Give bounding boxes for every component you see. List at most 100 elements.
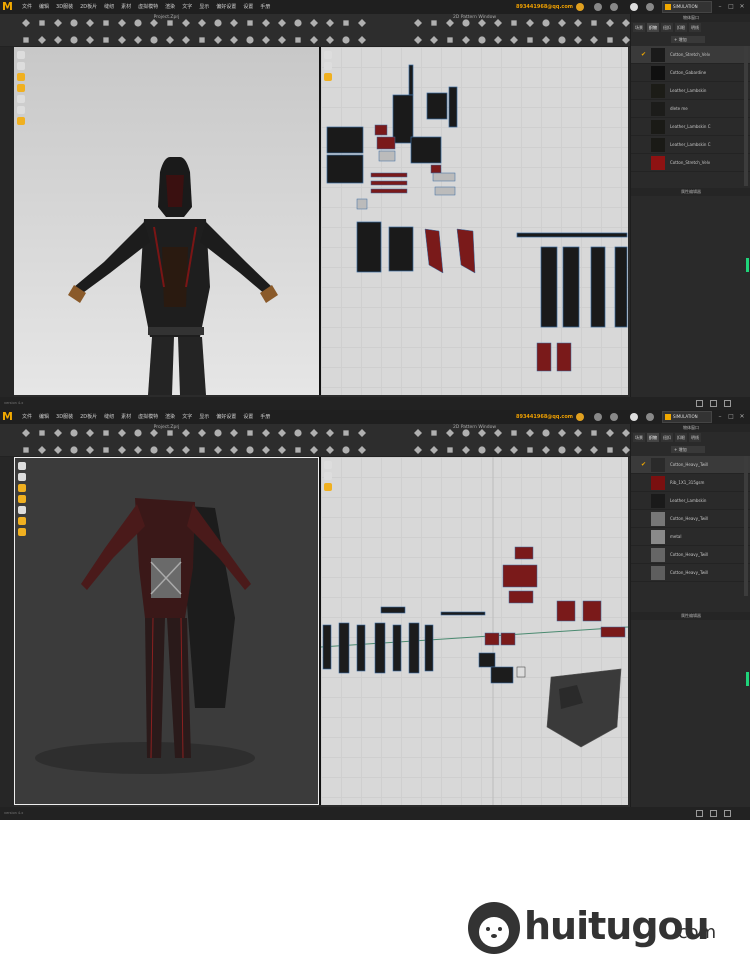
tool-icon[interactable]: [23, 37, 29, 43]
pattern-window-2d[interactable]: [321, 47, 628, 395]
tool-icon[interactable]: [326, 446, 334, 454]
tool-icon[interactable]: [103, 447, 109, 453]
menu-text[interactable]: 文字: [182, 0, 192, 14]
menu-display[interactable]: 显示: [199, 410, 209, 424]
simulation-button[interactable]: SIMULATION: [662, 1, 712, 13]
user-icon[interactable]: [610, 3, 618, 11]
close-icon[interactable]: ✕: [738, 2, 746, 11]
tab-topstitch[interactable]: 明线: [689, 433, 701, 442]
tool-icon[interactable]: [246, 446, 254, 454]
fabric-item[interactable]: Leather_Lambskin: [631, 492, 750, 510]
tool-icon[interactable]: [527, 37, 533, 43]
tool-icon[interactable]: [511, 430, 517, 436]
tool-icon[interactable]: [431, 20, 437, 26]
tool-icon[interactable]: [607, 37, 613, 43]
tool-icon[interactable]: [247, 430, 253, 436]
tab-fabric[interactable]: 织物: [647, 23, 659, 32]
tool-icon[interactable]: [478, 446, 486, 454]
fabric-list-scrollbar[interactable]: [744, 456, 748, 596]
fabric-item[interactable]: Leather_Lambskin C: [631, 118, 750, 136]
tool-icon[interactable]: [511, 20, 517, 26]
pin-icon[interactable]: [18, 506, 26, 514]
tool-icon[interactable]: [447, 37, 453, 43]
tool-icon[interactable]: [70, 446, 78, 454]
tool-icon[interactable]: [591, 430, 597, 436]
menu-sewing[interactable]: 缝纫: [104, 0, 114, 14]
close-icon[interactable]: ✕: [738, 412, 746, 421]
tool-icon[interactable]: [167, 20, 173, 26]
tool-icon[interactable]: [542, 36, 550, 44]
tool-icon[interactable]: [447, 447, 453, 453]
tool-icon[interactable]: [167, 430, 173, 436]
tool-icon[interactable]: [342, 36, 350, 44]
tab-scene[interactable]: 场景: [633, 23, 645, 32]
viewport-3d[interactable]: [14, 47, 319, 395]
tool-icon[interactable]: [358, 36, 366, 44]
tool-icon[interactable]: [103, 430, 109, 436]
pattern-window-2d[interactable]: [321, 457, 628, 805]
menu-render[interactable]: 渲染: [165, 410, 175, 424]
menu-file[interactable]: 文件: [22, 410, 32, 424]
tab-buttonhole[interactable]: 扣眼: [675, 433, 687, 442]
maximize-icon[interactable]: □: [727, 2, 735, 11]
user-icon[interactable]: [610, 413, 618, 421]
tool-icon[interactable]: [622, 36, 630, 44]
tool-icon[interactable]: [262, 446, 270, 454]
camera-icon[interactable]: [17, 51, 25, 59]
menu-render[interactable]: 渲染: [165, 0, 175, 14]
tool-icon[interactable]: [343, 430, 349, 436]
menu-preferences[interactable]: 偏好设置: [216, 0, 236, 14]
tool-icon[interactable]: [182, 36, 190, 44]
menu-2d-pattern[interactable]: 2D板片: [80, 0, 97, 14]
cloud-icon[interactable]: [576, 3, 584, 11]
viewport-3d[interactable]: [14, 457, 319, 805]
display-icon[interactable]: [17, 62, 25, 70]
menu-file[interactable]: 文件: [22, 0, 32, 14]
menu-manual[interactable]: 手册: [260, 410, 270, 424]
fabric-item[interactable]: Rib_1X1_315gsm: [631, 474, 750, 492]
tool-icon[interactable]: [103, 37, 109, 43]
speaker-icon[interactable]: [594, 413, 602, 421]
tool-icon[interactable]: [590, 36, 598, 44]
tool-icon[interactable]: [430, 36, 438, 44]
fabric-item[interactable]: Cotton_Heavy_Twill: [631, 510, 750, 528]
tab-buttonhole[interactable]: 扣眼: [675, 23, 687, 32]
help-icon[interactable]: [630, 413, 638, 421]
tab-topstitch[interactable]: 明线: [689, 23, 701, 32]
tool-icon[interactable]: [103, 20, 109, 26]
panel-edge-handle[interactable]: [746, 672, 749, 686]
texture-icon[interactable]: [17, 117, 25, 125]
tool-icon[interactable]: [494, 36, 502, 44]
pin-icon[interactable]: [17, 95, 25, 103]
minimize-icon[interactable]: –: [716, 412, 724, 421]
tool-icon[interactable]: [230, 36, 238, 44]
menu-settings[interactable]: 设置: [243, 410, 253, 424]
tool-icon[interactable]: [278, 446, 286, 454]
tool-icon[interactable]: [542, 446, 550, 454]
tool-icon[interactable]: [134, 446, 142, 454]
tool-icon[interactable]: [38, 36, 46, 44]
tool-icon[interactable]: [494, 446, 502, 454]
help-icon[interactable]: [630, 3, 638, 11]
tool-icon[interactable]: [510, 36, 518, 44]
menu-edit[interactable]: 编辑: [39, 410, 49, 424]
tool-icon[interactable]: [462, 36, 470, 44]
tool-icon[interactable]: [150, 36, 158, 44]
tool-icon[interactable]: [343, 20, 349, 26]
fabric-item[interactable]: Cotton_Heavy_Twill: [631, 564, 750, 582]
tool-icon[interactable]: [342, 446, 350, 454]
tool-icon[interactable]: [414, 36, 422, 44]
tool-icon[interactable]: [118, 446, 126, 454]
menu-2d-pattern[interactable]: 2D板片: [80, 410, 97, 424]
tool-icon[interactable]: [591, 20, 597, 26]
tool-icon[interactable]: [214, 36, 222, 44]
tool-icon[interactable]: [166, 446, 174, 454]
tool-icon[interactable]: [358, 446, 366, 454]
account-email[interactable]: 893441968@qq.com: [516, 410, 573, 424]
tool-icon[interactable]: [134, 36, 142, 44]
menu-3d-garment[interactable]: 3D服装: [56, 410, 73, 424]
tool-icon[interactable]: [574, 446, 582, 454]
tool-icon[interactable]: [230, 446, 238, 454]
layout-icon[interactable]: [710, 400, 717, 407]
tool-icon[interactable]: [607, 447, 613, 453]
